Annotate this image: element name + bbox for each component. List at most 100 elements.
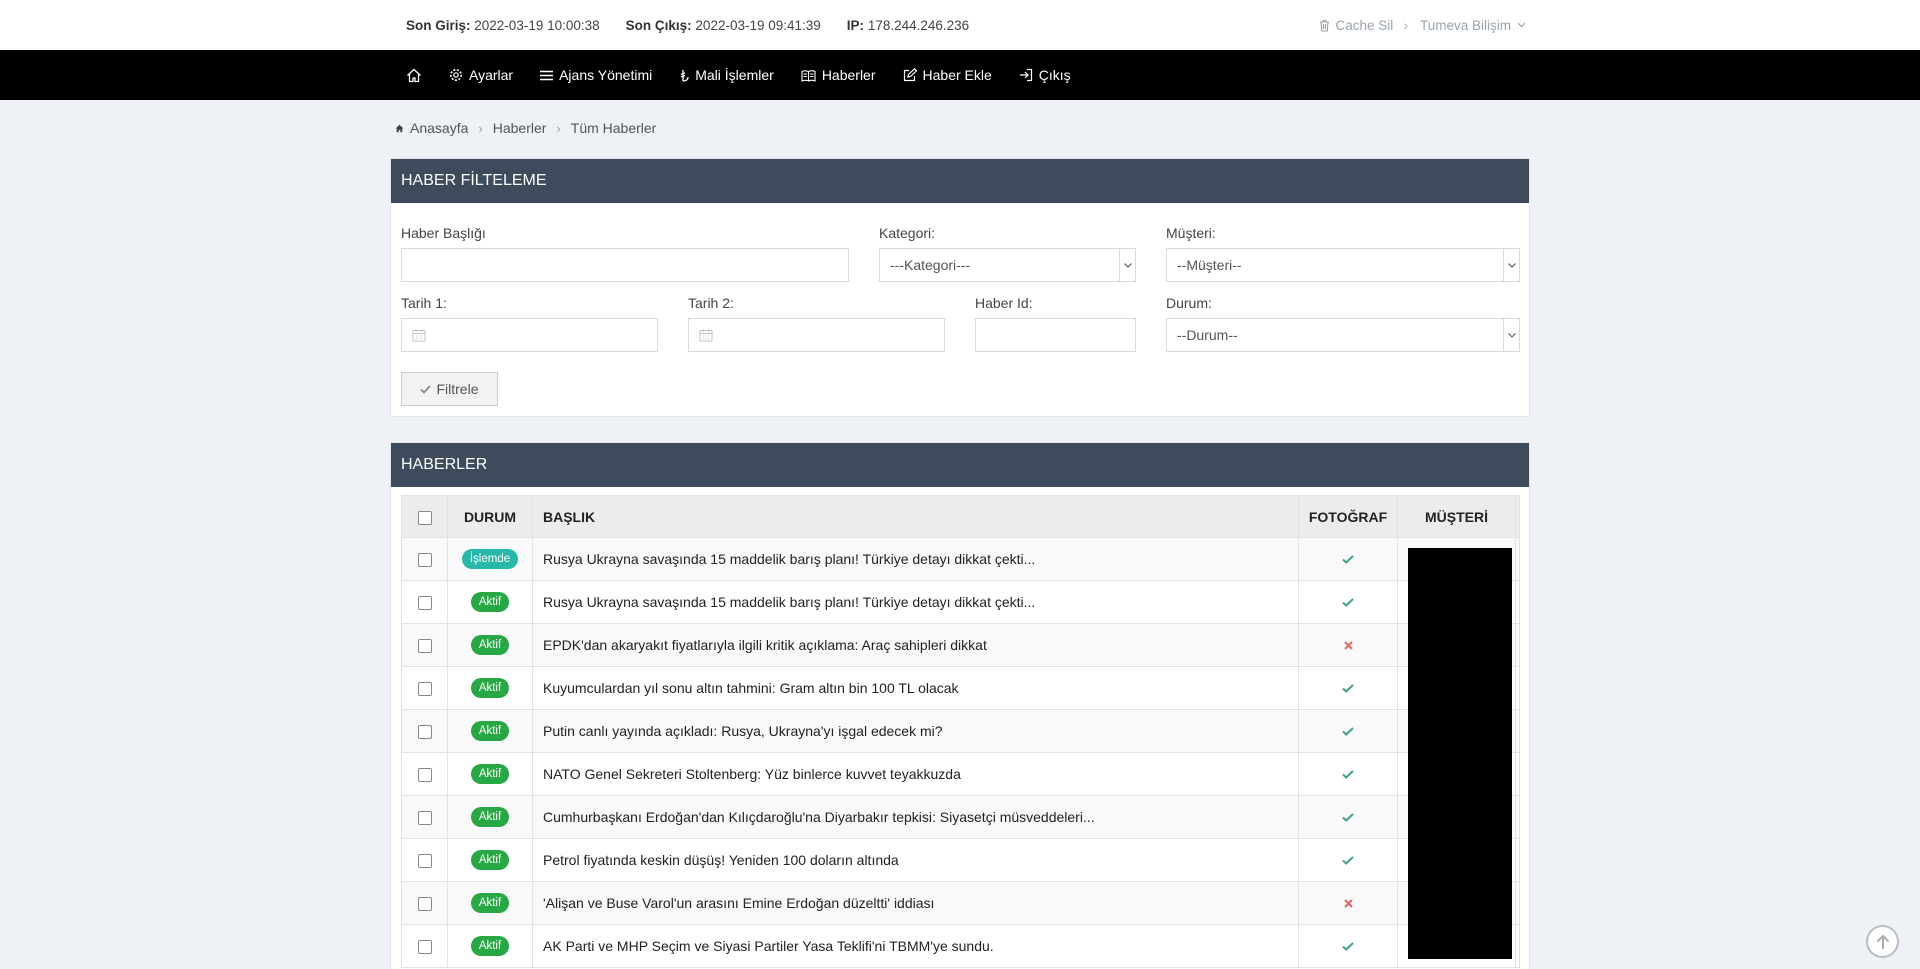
col-durum[interactable]: DURUM	[447, 495, 533, 538]
row-checkbox[interactable]	[417, 725, 432, 740]
row-extra-cell	[1515, 795, 1520, 839]
close-icon	[1343, 899, 1353, 908]
user-menu-label: Tumeva Bilişim	[1419, 17, 1511, 33]
chevron-right-icon: ›	[1403, 17, 1408, 33]
table-row[interactable]: Aktif Cumhurbaşkanı Erdoğan'dan Kılıçdaro…	[401, 795, 1520, 839]
breadcrumb-separator: ›	[556, 120, 561, 136]
row-checkbox[interactable]	[417, 682, 432, 697]
row-status-cell: Aktif	[447, 795, 533, 839]
row-status-cell: Aktif	[447, 924, 533, 968]
row-photo-cell	[1298, 580, 1398, 624]
last-login-label: Son Giriş:	[406, 17, 471, 33]
row-title[interactable]: Rusya Ukrayna savaşında 15 maddelik barı…	[532, 537, 1299, 581]
status-badge: İşlemde	[461, 549, 519, 569]
category-select[interactable]: ---Kategori---	[879, 248, 1136, 282]
nav-haberler[interactable]: Haberler	[801, 67, 876, 83]
status-selected: --Durum--	[1177, 327, 1238, 343]
scroll-top-button[interactable]	[1866, 925, 1899, 958]
nav-haberler-label: Haberler	[821, 67, 876, 83]
table-row[interactable]: Aktif NATO Genel Sekreteri Stoltenberg: Y…	[401, 752, 1520, 796]
nav-ajans-yonetimi-label: Ajans Yönetimi	[559, 67, 653, 83]
row-select-cell	[401, 709, 448, 753]
table-row[interactable]: Aktif Putin canlı yayında açıkladı: Rusya…	[401, 709, 1520, 753]
row-photo-cell	[1298, 838, 1398, 882]
customer-select[interactable]: --Müşteri--	[1166, 248, 1520, 282]
row-extra-cell	[1515, 623, 1520, 667]
select-all-checkbox[interactable]	[417, 510, 432, 525]
table-row[interactable]: Aktif 'Alişan ve Buse Varol'un arasını Em…	[401, 881, 1520, 925]
breadcrumb-separator: ›	[478, 120, 483, 136]
row-photo-cell	[1298, 752, 1398, 796]
news-table-body: İşlemde Rusya Ukrayna savaşında 15 maddel…	[401, 537, 1520, 968]
status-badge: Aktif	[470, 678, 510, 698]
row-extra-cell	[1515, 709, 1520, 753]
col-baslik[interactable]: BAŞLIK	[532, 495, 1299, 538]
row-title[interactable]: EPDK'dan akaryakıt fiyatlarıyla ilgili k…	[532, 623, 1299, 667]
row-title[interactable]: Kuyumculardan yıl sonu altın tahmini: Gr…	[532, 666, 1299, 710]
table-row[interactable]: Aktif EPDK'dan akaryakıt fiyatlarıyla ilg…	[401, 623, 1520, 667]
row-select-cell	[401, 838, 448, 882]
breadcrumb-home[interactable]: Anasayfa	[395, 120, 468, 136]
status-badge: Aktif	[470, 850, 510, 870]
breadcrumb-haberler[interactable]: Haberler	[493, 120, 547, 136]
nav-ayarlar-label: Ayarlar	[469, 67, 514, 83]
row-title[interactable]: Petrol fiyatında keskin düşüş! Yeniden 1…	[532, 838, 1299, 882]
nav-cikis[interactable]: Çıkış	[1019, 67, 1071, 83]
row-checkbox[interactable]	[417, 596, 432, 611]
check-icon	[1342, 598, 1354, 607]
filter-button[interactable]: Filtrele	[401, 372, 498, 406]
date1-input[interactable]	[401, 318, 658, 352]
row-checkbox[interactable]	[417, 768, 432, 783]
row-photo-cell	[1298, 666, 1398, 710]
category-label: Kategori:	[879, 225, 936, 241]
ip-address: IP: 178.244.246.236	[847, 18, 969, 33]
gear-icon	[450, 69, 462, 81]
row-title[interactable]: 'Alişan ve Buse Varol'un arasını Emine E…	[532, 881, 1299, 925]
col-musteri[interactable]: MÜŞTERİ	[1397, 495, 1516, 538]
news-id-input[interactable]	[975, 318, 1136, 352]
date2-input[interactable]	[688, 318, 945, 352]
main-nav: Ayarlar Ajans Yönetimi Mali İşlemler Hab…	[0, 50, 1920, 100]
col-fotograf[interactable]: FOTOĞRAF	[1298, 495, 1398, 538]
row-checkbox[interactable]	[417, 553, 432, 568]
row-title[interactable]: Cumhurbaşkanı Erdoğan'dan Kılıçdaroğlu'n…	[532, 795, 1299, 839]
row-title[interactable]: Putin canlı yayında açıkladı: Rusya, Ukr…	[532, 709, 1299, 753]
news-table: DURUM BAŞLIK FOTOĞRAF MÜŞTERİ İşlemde Rus…	[401, 495, 1520, 968]
nav-ayarlar[interactable]: Ayarlar	[449, 67, 513, 83]
arrow-up-icon	[1876, 934, 1889, 949]
news-title-input[interactable]	[401, 248, 849, 282]
row-checkbox[interactable]	[417, 940, 432, 955]
row-checkbox[interactable]	[417, 639, 432, 654]
row-select-cell	[401, 924, 448, 968]
nav-ajans-yonetimi[interactable]: Ajans Yönetimi	[540, 67, 652, 83]
last-login: Son Giriş: 2022-03-19 10:00:38	[406, 18, 600, 33]
row-photo-cell	[1298, 795, 1398, 839]
table-row[interactable]: Aktif Rusya Ukrayna savaşında 15 maddelik…	[401, 580, 1520, 624]
nav-haber-ekle[interactable]: Haber Ekle	[903, 67, 992, 83]
cache-clear-link[interactable]: Cache Sil	[1319, 18, 1393, 33]
table-row[interactable]: Aktif Kuyumculardan yıl sonu altın tahmin…	[401, 666, 1520, 710]
redacted-customer-block	[1408, 548, 1512, 959]
table-row[interactable]: Aktif Petrol fiyatında keskin düşüş! Yeni…	[401, 838, 1520, 882]
row-checkbox[interactable]	[417, 811, 432, 826]
last-login-value: 2022-03-19 10:00:38	[474, 17, 600, 33]
status-select[interactable]: --Durum--	[1166, 318, 1520, 352]
nav-home[interactable]	[406, 68, 422, 83]
last-logout-label: Son Çıkış:	[625, 17, 692, 33]
check-icon	[1342, 684, 1354, 693]
nav-mali-islemler[interactable]: Mali İşlemler	[679, 67, 774, 83]
row-checkbox[interactable]	[417, 854, 432, 869]
money-icon	[681, 69, 689, 82]
row-extra-cell	[1515, 881, 1520, 925]
user-menu[interactable]: Tumeva Bilişim	[1420, 18, 1526, 33]
row-title[interactable]: NATO Genel Sekreteri Stoltenberg: Yüz bi…	[532, 752, 1299, 796]
news-id-label: Haber Id:	[975, 295, 1033, 311]
chevron-down-icon	[1517, 22, 1526, 28]
row-title[interactable]: Rusya Ukrayna savaşında 15 maddelik barı…	[532, 580, 1299, 624]
calendar-icon	[699, 329, 713, 342]
row-title[interactable]: AK Parti ve MHP Seçim ve Siyasi Partiler…	[532, 924, 1299, 968]
news-panel: HABERLER DURUM BAŞLIK FOTOĞRAF MÜŞTERİ İ…	[390, 442, 1530, 969]
row-checkbox[interactable]	[417, 897, 432, 912]
table-row[interactable]: Aktif AK Parti ve MHP Seçim ve Siyasi Par…	[401, 924, 1520, 968]
table-row[interactable]: İşlemde Rusya Ukrayna savaşında 15 maddel…	[401, 537, 1520, 581]
